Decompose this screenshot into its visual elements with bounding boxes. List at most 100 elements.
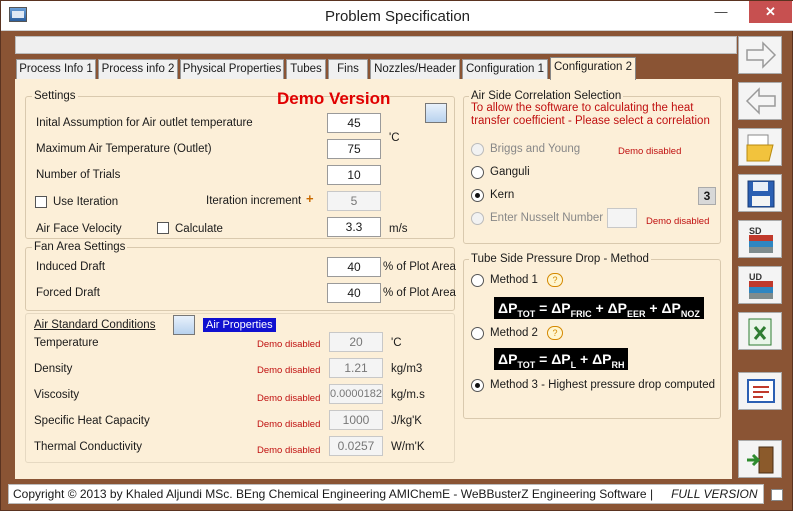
max-air-temp-label: Maximum Air Temperature (Outlet): [36, 143, 212, 155]
tab-configuration-1[interactable]: Configuration 1: [462, 59, 548, 79]
tab-configuration-2[interactable]: Configuration 2: [550, 57, 636, 80]
viscosity-input: 0.0000182: [329, 384, 383, 404]
calculate-label: Calculate: [175, 223, 223, 235]
excel-import-icon: [748, 318, 772, 346]
forced-draft-input[interactable]: 40: [327, 283, 381, 303]
demo-version-label: Demo Version: [277, 89, 391, 108]
help-bubble-icon[interactable]: ?: [547, 273, 563, 287]
top-strip: [15, 36, 737, 54]
specific-heat-label: Specific Heat Capacity: [34, 415, 150, 427]
settings-title: Settings: [32, 90, 78, 102]
plus-sign: +: [306, 191, 314, 206]
save-button[interactable]: [738, 174, 782, 212]
import-excel-button[interactable]: [738, 312, 782, 350]
tab-process-info-1[interactable]: Process Info 1: [16, 59, 96, 79]
air-face-velocity-input[interactable]: 3.3: [327, 217, 381, 237]
specific-heat-unit: J/kg'K: [391, 415, 422, 427]
close-button[interactable]: ✕: [749, 1, 792, 23]
temperature-input: 20: [329, 332, 383, 352]
window-title: Problem Specification: [324, 8, 471, 25]
tab-tubes[interactable]: Tubes: [286, 59, 326, 79]
calculate-checkbox[interactable]: [157, 222, 169, 234]
tab-process-info-2[interactable]: Process info 2: [98, 59, 178, 79]
number-of-trials-input[interactable]: 10: [327, 165, 381, 185]
density-label: Density: [34, 363, 73, 375]
use-iteration-label: Use Iteration: [53, 196, 119, 208]
temperature-demo-disabled: Demo disabled: [257, 339, 321, 350]
induced-draft-label: Induced Draft: [36, 261, 106, 273]
air-properties-label: Air Properties: [203, 318, 276, 332]
exit-button[interactable]: [738, 440, 782, 478]
minimize-button[interactable]: —: [707, 1, 735, 23]
tab-nozzles-header[interactable]: Nozzles/Header: [370, 59, 460, 79]
viscosity-unit: kg/m.s: [391, 389, 425, 401]
nusselt-label: Enter Nusselt Number: [490, 212, 604, 224]
viscosity-demo-disabled: Demo disabled: [257, 393, 321, 404]
next-arrow-button[interactable]: [738, 36, 782, 74]
iteration-increment-input: 5: [327, 191, 381, 211]
help-bubble-icon-2[interactable]: ?: [547, 326, 563, 340]
method-3-radio[interactable]: [471, 379, 484, 392]
method-2-radio[interactable]: [471, 327, 484, 340]
method-1-label: Method 1: [490, 274, 538, 286]
correlation-number-badge: 3: [698, 187, 716, 205]
specific-heat-demo-disabled: Demo disabled: [257, 419, 321, 430]
method-1-radio[interactable]: [471, 274, 484, 287]
thermal-conductivity-input: 0.0257: [329, 436, 383, 456]
air-correlation-note: To allow the software to calculating the…: [471, 102, 710, 127]
open-folder-button[interactable]: [738, 128, 782, 166]
thermal-conductivity-label: Thermal Conductivity: [34, 441, 143, 453]
velocity-unit: m/s: [389, 223, 408, 235]
briggs-young-label: Briggs and Young: [490, 143, 581, 155]
use-iteration-checkbox[interactable]: [35, 196, 47, 208]
specific-heat-input: 1000: [329, 410, 383, 430]
nusselt-demo-disabled: Demo disabled: [646, 216, 710, 227]
back-arrow-button[interactable]: [738, 82, 782, 120]
air-correlation-title: Air Side Correlation Selection: [469, 90, 624, 102]
viscosity-label: Viscosity: [34, 389, 80, 401]
air-standard-title: Air Standard Conditions: [34, 319, 156, 331]
temp-unit: 'C: [389, 132, 400, 144]
density-unit: kg/m3: [391, 363, 423, 375]
tube-side-title: Tube Side Pressure Drop - Method: [469, 253, 651, 265]
thermal-conductivity-unit: W/m'K: [391, 441, 425, 453]
method-2-formula: ΔPTOT = ΔPL + ΔPRH: [494, 348, 629, 370]
exit-door-icon: [747, 446, 774, 474]
initial-assumption-label: Inital Assumption for Air outlet tempera…: [36, 117, 253, 129]
thermal-conductivity-demo-disabled: Demo disabled: [257, 445, 321, 456]
temperature-label: Temperature: [34, 337, 99, 349]
forced-draft-label: Forced Draft: [36, 287, 100, 299]
method-2-label: Method 2: [490, 327, 538, 339]
air-properties-icon[interactable]: [173, 315, 195, 335]
induced-draft-input[interactable]: 40: [327, 257, 381, 277]
folder-icon: [746, 134, 774, 162]
briggs-young-demo-disabled: Demo disabled: [618, 146, 682, 157]
method-3-label: Method 3 - Highest pressure drop compute…: [490, 379, 716, 391]
svg-text:UD: UD: [749, 272, 762, 282]
iteration-increment-label: Iteration increment: [206, 195, 302, 207]
tab-fins[interactable]: Fins: [328, 59, 368, 79]
max-air-temp-input[interactable]: 75: [327, 139, 381, 159]
floppy-disk-icon: [747, 180, 775, 208]
left-arrow-icon: [745, 87, 776, 115]
kern-label: Kern: [490, 189, 515, 201]
books-sd-icon: SD: [749, 226, 773, 253]
edit-settings-icon[interactable]: [425, 103, 447, 123]
title-bar: Problem Specification — ✕: [1, 1, 793, 31]
report-button[interactable]: [738, 372, 782, 410]
application-window: Problem Specification — ✕ Process Info 1…: [0, 0, 793, 511]
ud-books-button[interactable]: UD: [738, 266, 782, 304]
fan-area-title: Fan Area Settings: [32, 241, 128, 253]
sd-books-button[interactable]: SD: [738, 220, 782, 258]
induced-draft-unit: % of Plot Area: [383, 261, 456, 273]
right-arrow-icon: [746, 41, 777, 69]
kern-radio[interactable]: [471, 189, 484, 202]
resize-grip-icon[interactable]: [771, 489, 783, 501]
edition-label: FULL VERSION: [671, 487, 758, 501]
tab-physical-properties[interactable]: Physical Properties: [180, 59, 284, 79]
ganguli-radio[interactable]: [471, 166, 484, 179]
fan-area-group: [25, 247, 455, 311]
copyright-text: Copyright © 2013 by Khaled Aljundi MSc. …: [13, 487, 654, 501]
initial-assumption-input[interactable]: 45: [327, 113, 381, 133]
svg-text:SD: SD: [749, 226, 762, 236]
